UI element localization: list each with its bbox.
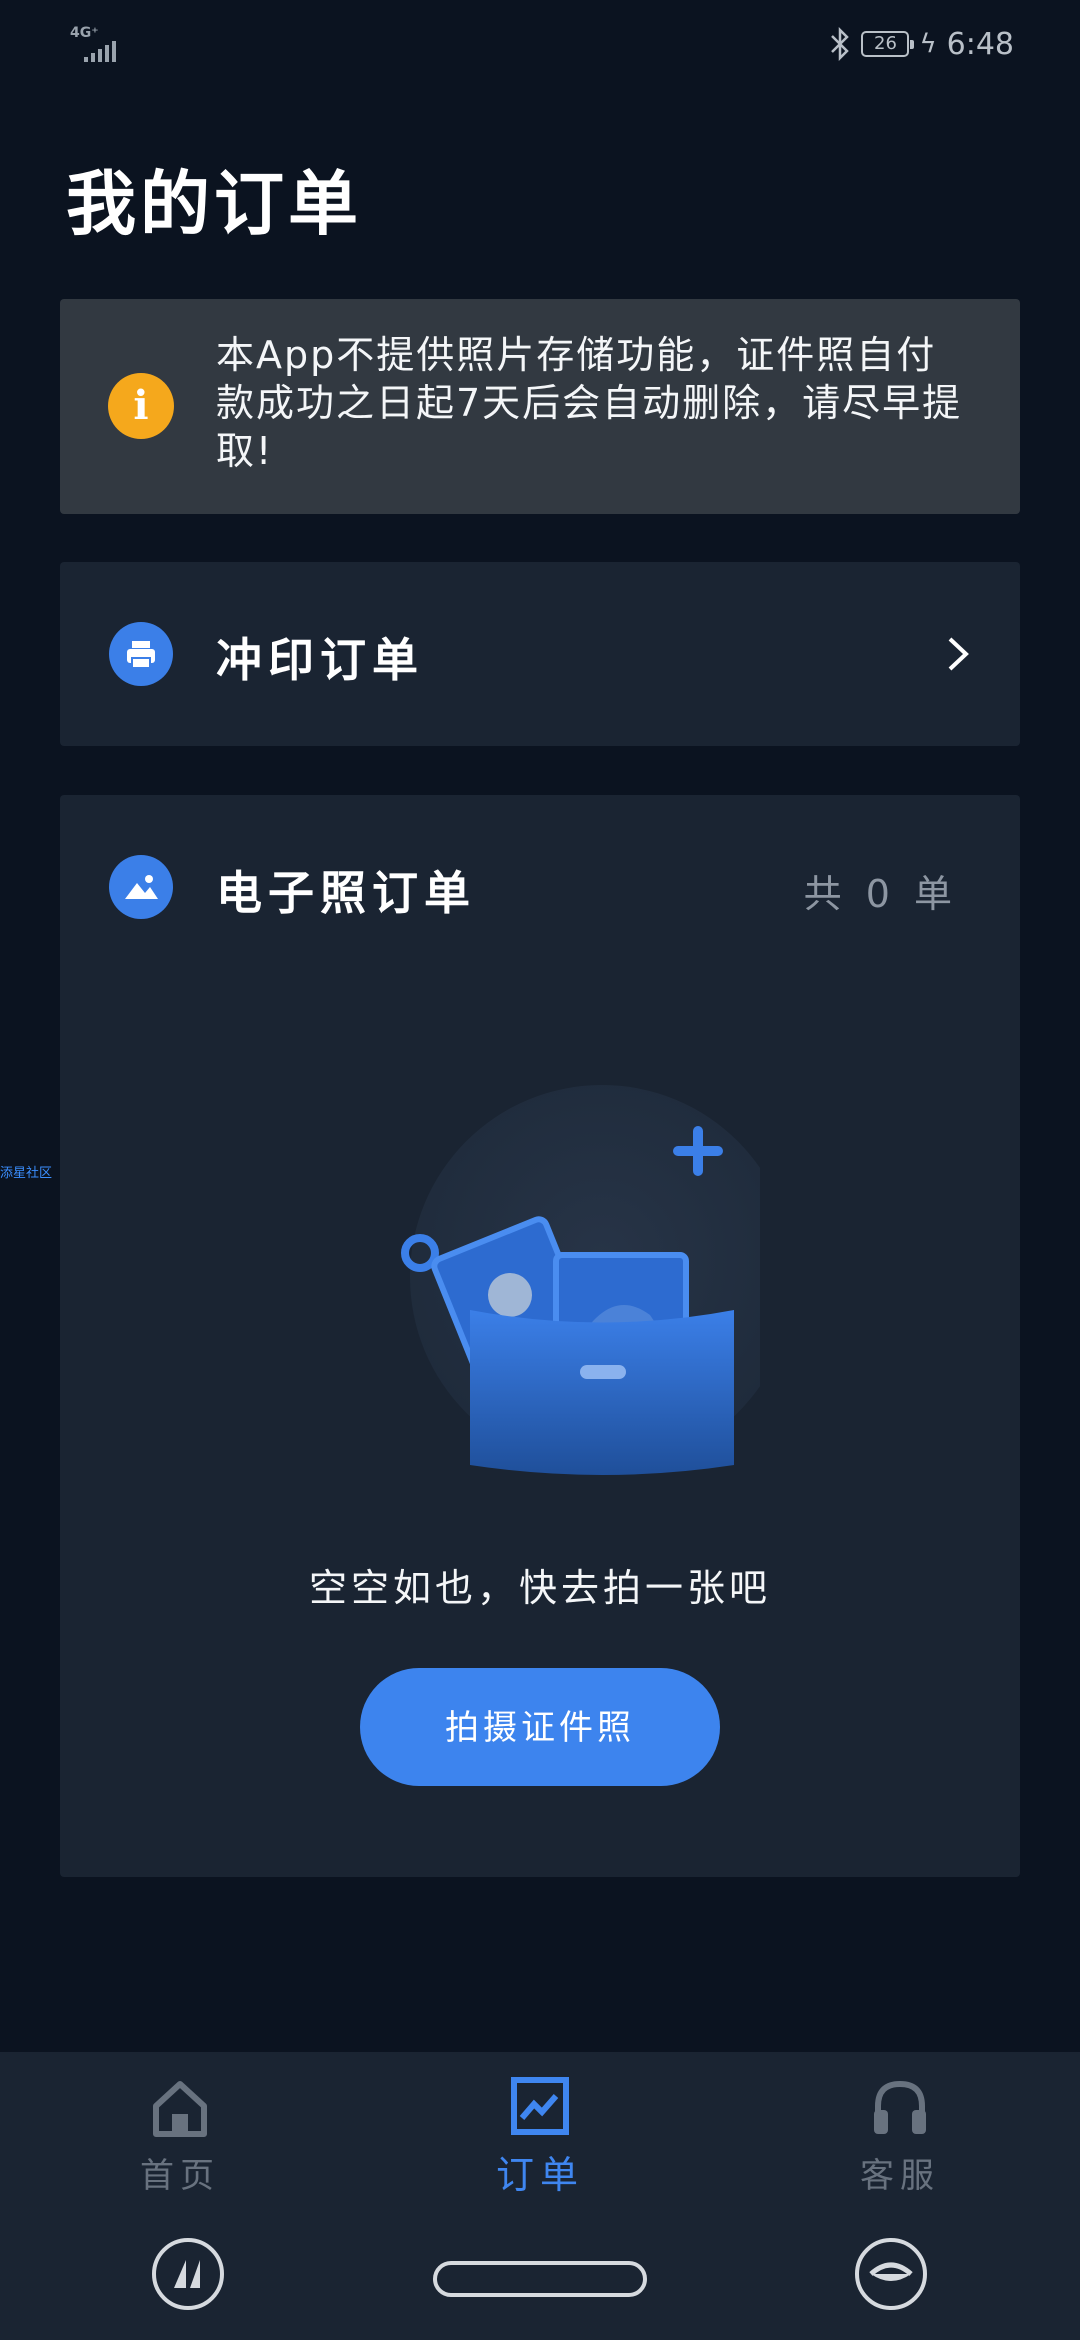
- order-count: 共 0 单: [803, 872, 958, 916]
- print-order-row[interactable]: 冲印订单: [60, 562, 1020, 746]
- eye-icon: [869, 2262, 913, 2281]
- headset-icon: [874, 2080, 926, 2134]
- empty-folder-illustration: [401, 1085, 760, 1475]
- tab-orders[interactable]: 订单: [440, 2076, 640, 2199]
- status-bar: 4G⁺ 26 ϟ 6:48: [0, 0, 1080, 90]
- network-type: 4G⁺: [70, 25, 99, 41]
- photo-order-label: 电子照订单: [216, 866, 476, 920]
- bluetooth-icon: [831, 27, 850, 61]
- image-icon: [109, 855, 173, 919]
- tab-home-label: 首页: [140, 2156, 220, 2196]
- page-title: 我的订单: [66, 163, 362, 245]
- printer-icon: [109, 622, 173, 686]
- tab-service[interactable]: 客服: [800, 2076, 1000, 2197]
- assistant-icon: [174, 2260, 200, 2288]
- tab-home[interactable]: 首页: [80, 2076, 280, 2197]
- info-icon: i: [108, 373, 174, 439]
- tab-orders-label: 订单: [495, 2153, 584, 2197]
- signal-icon: 4G⁺: [70, 26, 130, 62]
- battery-icon: 26: [861, 31, 915, 57]
- take-id-photo-button[interactable]: 拍摄证件照: [360, 1668, 720, 1786]
- floating-side-tag[interactable]: 添星社区: [0, 1162, 52, 1181]
- tab-service-label: 客服: [860, 2156, 940, 2196]
- notice-text: 本App不提供照片存储功能，证件照自付款成功之日起7天后会自动删除，请尽早提取!: [216, 333, 963, 473]
- empty-state-text: 空空如也，快去拍一张吧: [308, 1566, 771, 1610]
- charging-icon: ϟ: [919, 29, 937, 59]
- notice-banner: i 本App不提供照片存储功能，证件照自付款成功之日起7天后会自动删除，请尽早提…: [60, 299, 1020, 514]
- app-switcher-button[interactable]: [152, 2238, 224, 2310]
- status-right: 26 ϟ 6:48: [829, 24, 1014, 64]
- home-icon: [153, 2081, 207, 2137]
- chevron-right-icon: [948, 637, 969, 671]
- photo-order-card: 电子照订单 共 0 单 空空如也，快去拍一张吧 拍摄证件照: [60, 795, 1020, 1877]
- print-order-label: 冲印订单: [216, 633, 424, 687]
- eye-button[interactable]: [855, 2238, 927, 2310]
- home-gesture-pill[interactable]: [433, 2261, 647, 2297]
- clock: 6:48: [946, 26, 1014, 62]
- chart-icon: [511, 2077, 569, 2135]
